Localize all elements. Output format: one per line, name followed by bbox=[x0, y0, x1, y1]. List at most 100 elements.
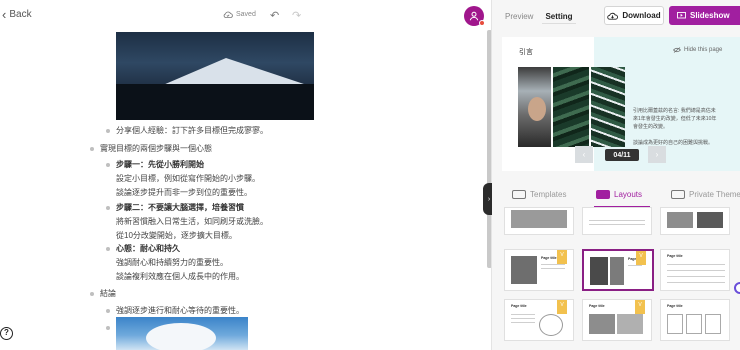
sky-image[interactable] bbox=[116, 317, 248, 350]
notification-dot bbox=[479, 20, 485, 26]
layout-thumbnail[interactable]: Page title V bbox=[504, 249, 574, 291]
slideshow-button[interactable]: Slideshow bbox=[669, 6, 740, 25]
thumb-diagram bbox=[539, 314, 563, 336]
back-label: Back bbox=[9, 9, 32, 20]
thumb-card bbox=[667, 314, 683, 334]
thumb-line bbox=[667, 270, 725, 271]
slide-counter: 04/11 bbox=[605, 149, 639, 161]
editor-topbar: ‹ Back Saved ↶ ↷ bbox=[0, 0, 492, 34]
redo-icon[interactable]: ↷ bbox=[292, 9, 301, 22]
mountain-image[interactable] bbox=[116, 32, 314, 120]
thumb-title: Page title bbox=[667, 254, 683, 258]
thumb-image-block bbox=[667, 212, 693, 228]
list-item-heading[interactable]: 步驟一：先從小勝利開始 bbox=[116, 159, 204, 170]
thumb-card bbox=[686, 314, 702, 334]
layout-thumbnail[interactable] bbox=[660, 207, 730, 235]
document-body[interactable]: 分享個人經驗：訂下許多目標但完成寥寥。 實現目標的兩個步驟與一個心態 步驟一：先… bbox=[0, 30, 488, 350]
slideshow-label: Slideshow bbox=[690, 11, 730, 20]
thumb-line bbox=[667, 282, 725, 283]
app-root: ‹ Back Saved ↶ ↷ 分享個人經驗：訂下許多目標但完成寥寥。 實現目… bbox=[0, 0, 740, 350]
layout-thumbnail[interactable] bbox=[582, 207, 652, 235]
premium-badge-icon: V bbox=[557, 300, 567, 314]
thumb-line bbox=[667, 276, 725, 277]
saved-label: Saved bbox=[236, 11, 256, 18]
tab-preview[interactable]: Preview bbox=[502, 10, 536, 24]
preview-photo-forest bbox=[553, 67, 589, 147]
thumb-image-block bbox=[511, 210, 567, 228]
layout-thumbnail[interactable]: Page title bbox=[660, 299, 730, 341]
bullet-icon bbox=[90, 147, 94, 151]
tab-templates[interactable]: Templates bbox=[512, 190, 566, 199]
cloud-check-icon bbox=[223, 11, 233, 18]
panel-tabs: Preview Setting bbox=[502, 10, 576, 24]
thumb-line bbox=[667, 264, 725, 265]
list-item[interactable]: 實現目標的兩個步驟與一個心態 bbox=[100, 143, 212, 154]
tab-private-theme-label: Private Theme bbox=[689, 190, 740, 199]
layout-thumbnail[interactable]: Page title bbox=[660, 249, 730, 291]
eye-off-icon bbox=[673, 47, 681, 53]
layout-grid: Page title V Page title V Page title bbox=[502, 207, 740, 350]
layout-thumbnail[interactable]: Page title V bbox=[504, 299, 574, 341]
list-item[interactable]: 分享個人經驗：訂下許多目標但完成寥寥。 bbox=[116, 125, 268, 136]
tab-private-theme[interactable]: Private Theme bbox=[671, 190, 740, 199]
chevron-left-icon: ‹ bbox=[2, 6, 7, 22]
preview-slide-title: 引言 bbox=[519, 49, 533, 56]
cloud-shape bbox=[146, 323, 216, 350]
back-button[interactable]: ‹ Back bbox=[2, 6, 32, 22]
next-slide-button[interactable]: › bbox=[648, 146, 666, 163]
thumb-image-block bbox=[511, 256, 537, 284]
tab-setting[interactable]: Setting bbox=[542, 10, 576, 24]
list-item-text[interactable]: 談論複利效應在個人成長中的作用。 bbox=[116, 271, 244, 282]
thumb-image-block bbox=[697, 212, 723, 228]
thumb-title: Page title bbox=[511, 304, 527, 308]
undo-icon[interactable]: ↶ bbox=[270, 9, 279, 22]
layout-thumbnail-selected[interactable]: Page title V bbox=[582, 249, 654, 291]
bullet-icon bbox=[106, 247, 110, 251]
bullet-icon bbox=[106, 163, 110, 167]
list-item[interactable]: 強調逐步進行和耐心等待的重要性。 bbox=[116, 305, 244, 316]
list-item-text[interactable]: 將新習慣融入日常生活，如同刷牙或洗臉。 bbox=[116, 216, 268, 227]
layouts-icon bbox=[596, 190, 610, 199]
layout-thumbnail[interactable] bbox=[504, 207, 574, 235]
hide-page-label: Hide this page bbox=[684, 47, 723, 53]
bullet-icon bbox=[106, 206, 110, 210]
list-item-text[interactable]: 強調耐心和持續努力的重要性。 bbox=[116, 257, 228, 268]
list-item-heading[interactable]: 心態：耐心和持久 bbox=[116, 243, 180, 254]
premium-badge-icon: V bbox=[557, 250, 567, 264]
thumb-line bbox=[511, 322, 535, 323]
help-button[interactable]: ? bbox=[0, 327, 13, 340]
bullet-icon bbox=[106, 309, 110, 313]
preview-photo-person bbox=[518, 67, 551, 147]
preview-line: 引用比爾蓋茲的名言: 我們總是高估未 bbox=[633, 108, 716, 114]
preview-line: 來1年會發生的改變，但低了未來10年 bbox=[633, 116, 717, 122]
side-panel: Preview Setting Download Slideshow ▾ 引言 bbox=[492, 0, 740, 350]
thumb-image-block bbox=[617, 314, 643, 334]
download-label: Download bbox=[622, 11, 661, 20]
thumb-card bbox=[705, 314, 721, 334]
hide-page-toggle[interactable]: Hide this page bbox=[673, 47, 722, 53]
assistant-button[interactable] bbox=[734, 282, 740, 294]
theme-icon bbox=[671, 190, 685, 199]
thumb-line bbox=[511, 318, 535, 319]
list-item[interactable]: 結論 bbox=[100, 288, 116, 299]
bullet-icon bbox=[90, 292, 94, 296]
list-item-heading[interactable]: 步驟二：不要讓大腦選擇，培養習慣 bbox=[116, 202, 244, 213]
thumb-image-block bbox=[610, 257, 624, 285]
templates-icon bbox=[512, 190, 526, 199]
premium-badge-icon: V bbox=[635, 300, 645, 314]
list-item-text[interactable]: 設定小目標，例如從寫作開始的小步驟。 bbox=[116, 173, 260, 184]
saved-status: Saved bbox=[223, 11, 256, 18]
list-item-text[interactable]: 從10分改變開始，逐步擴大目標。 bbox=[116, 230, 237, 241]
list-item-text[interactable]: 談論逐步提升而非一步到位的重要性。 bbox=[116, 187, 252, 198]
tab-layouts[interactable]: Layouts bbox=[596, 190, 642, 199]
thumb-line bbox=[628, 265, 642, 266]
slide-preview[interactable]: 引言 Hide this page 引用比爾蓋茲的名言: 我們總是高估未 來1年… bbox=[502, 37, 740, 171]
download-button[interactable]: Download bbox=[604, 6, 664, 25]
preview-body-text: 引用比爾蓋茲的名言: 我們總是高估未 來1年會發生的改變，但低了未來10年 會發… bbox=[633, 107, 716, 147]
layout-thumbnail[interactable]: Page title V bbox=[582, 299, 652, 341]
prev-slide-button[interactable]: ‹ bbox=[575, 146, 593, 163]
layout-tabs: Templates Layouts Private Theme bbox=[502, 190, 740, 208]
preview-line: 談論成為更好的自己的困難與挑戰。 bbox=[633, 140, 714, 146]
thumb-line bbox=[589, 224, 645, 225]
user-icon bbox=[469, 11, 479, 21]
